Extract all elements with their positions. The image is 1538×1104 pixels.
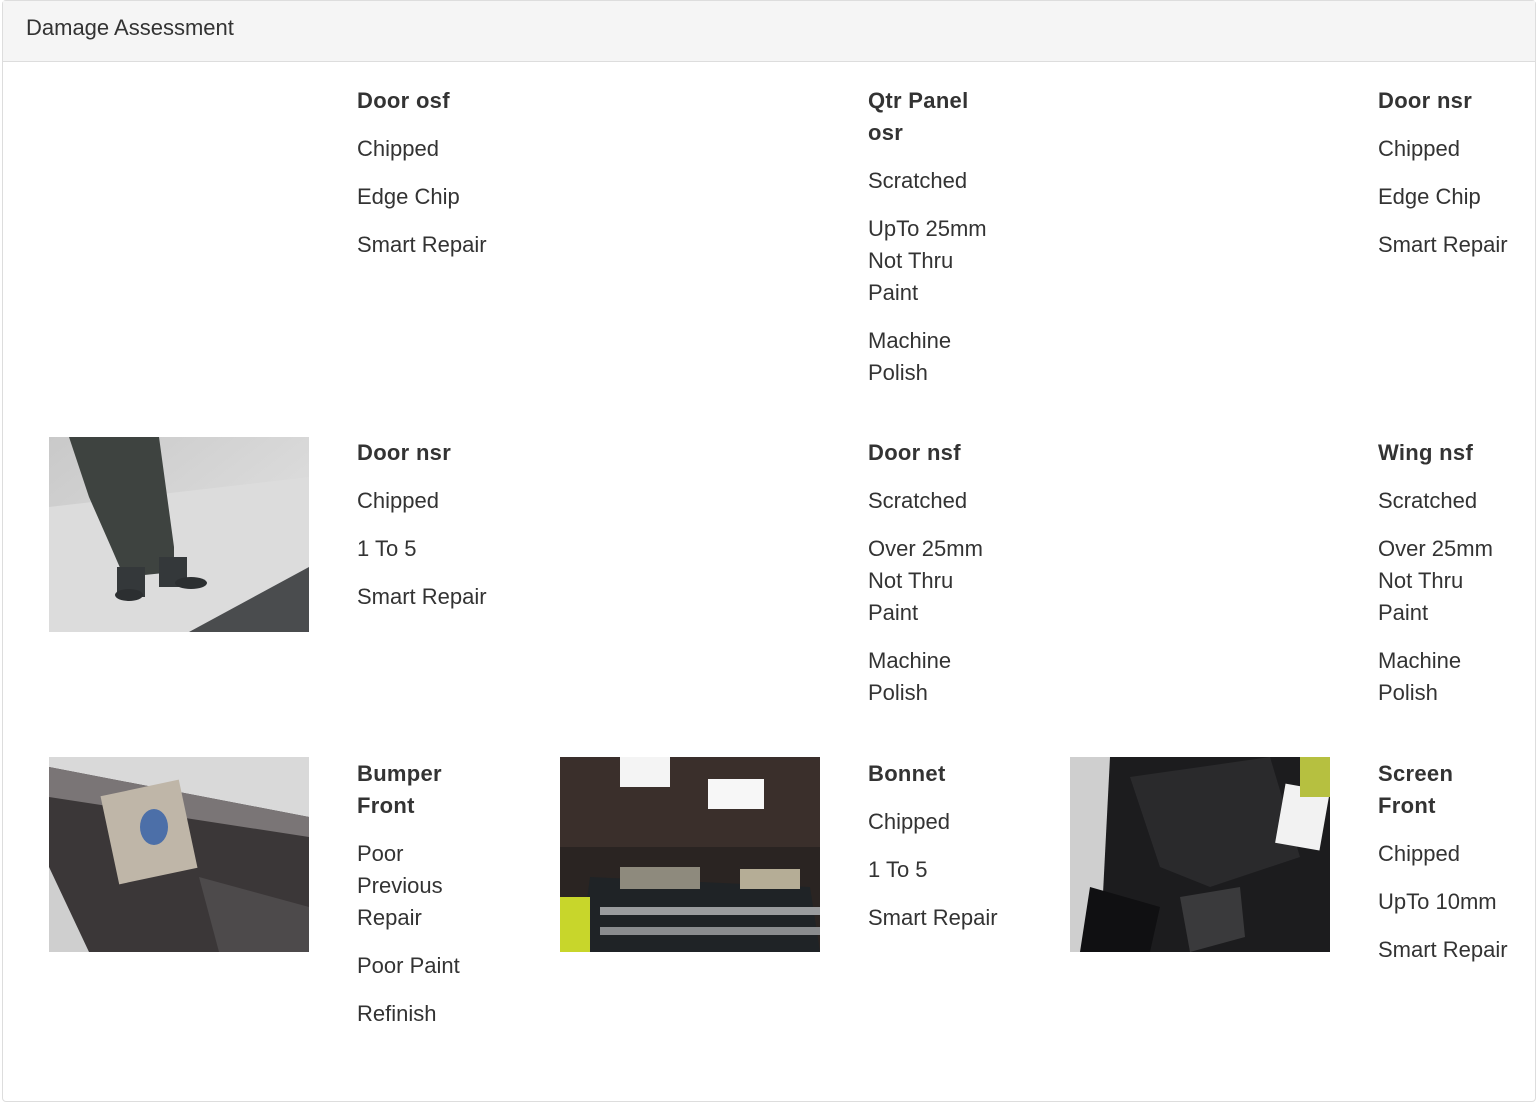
damage-item-qtr-panel-osr: Qtr Panel osr Scratched UpTo 25mm Not Th…: [868, 85, 998, 405]
damage-type: Chipped: [357, 488, 439, 513]
damage-part: Door nsr: [1378, 88, 1473, 113]
damage-photo[interactable]: [49, 757, 309, 952]
damage-part: Wing nsf: [1378, 440, 1474, 465]
damage-detail: 1 To 5: [357, 536, 417, 561]
repair-action: Smart Repair: [357, 584, 487, 609]
damage-item-screen-front: Screen Front Chipped UpTo 10mm Smart Rep…: [1378, 758, 1508, 982]
damage-detail: UpTo 25mm Not Thru Paint: [868, 216, 987, 305]
damage-part: Door nsr: [357, 440, 452, 465]
damage-item-wing-nsf: Wing nsf Scratched Over 25mm Not Thru Pa…: [1378, 437, 1508, 725]
damage-item-bumper-front: Bumper Front Poor Previous Repair Poor P…: [357, 758, 487, 1046]
damage-type: Chipped: [1378, 841, 1460, 866]
repair-action: Machine Polish: [868, 328, 952, 385]
repair-action: Machine Polish: [868, 648, 952, 705]
damage-detail: Over 25mm Not Thru Paint: [1378, 536, 1493, 625]
repair-action: Machine Polish: [1378, 648, 1462, 705]
repair-action: Smart Repair: [1378, 937, 1508, 962]
repair-action: Refinish: [357, 1001, 437, 1026]
damage-photo[interactable]: [1070, 757, 1330, 952]
damage-item-bonnet: Bonnet Chipped 1 To 5 Smart Repair: [868, 758, 998, 950]
repair-action: Smart Repair: [357, 232, 487, 257]
damage-item-door-nsr: Door nsr Chipped Edge Chip Smart Repair: [1378, 85, 1508, 277]
damage-item-door-nsr: Door nsr Chipped 1 To 5 Smart Repair: [357, 437, 487, 629]
damage-part: Screen Front: [1378, 761, 1454, 818]
damage-type: Chipped: [357, 136, 439, 161]
damage-detail: UpTo 10mm: [1378, 889, 1497, 914]
damage-part: Door osf: [357, 88, 450, 113]
damage-part: Door nsf: [868, 440, 961, 465]
damage-detail: Edge Chip: [357, 184, 460, 209]
damage-photo[interactable]: [560, 757, 820, 952]
damage-assessment-panel: Damage Assessment Door osf Chipped Edge …: [2, 0, 1536, 1102]
damage-part: Qtr Panel osr: [868, 88, 969, 145]
damage-type: Poor Previous Repair: [357, 841, 443, 930]
damage-detail: Over 25mm Not Thru Paint: [868, 536, 983, 625]
repair-action: Smart Repair: [868, 905, 998, 930]
damage-detail: 1 To 5: [868, 857, 928, 882]
damage-photo[interactable]: [49, 437, 309, 632]
damage-type: Chipped: [1378, 136, 1460, 161]
damage-part: Bonnet: [868, 761, 946, 786]
repair-action: Smart Repair: [1378, 232, 1508, 257]
damage-detail: Poor Paint: [357, 953, 460, 978]
damage-item-door-nsf: Door nsf Scratched Over 25mm Not Thru Pa…: [868, 437, 998, 725]
damage-type: Scratched: [1378, 488, 1478, 513]
damage-detail: Edge Chip: [1378, 184, 1481, 209]
damage-item-door-osf: Door osf Chipped Edge Chip Smart Repair: [357, 85, 487, 277]
damage-type: Chipped: [868, 809, 950, 834]
damage-type: Scratched: [868, 168, 968, 193]
damage-part: Bumper Front: [357, 761, 442, 818]
damage-type: Scratched: [868, 488, 968, 513]
panel-title: Damage Assessment: [3, 1, 1535, 62]
